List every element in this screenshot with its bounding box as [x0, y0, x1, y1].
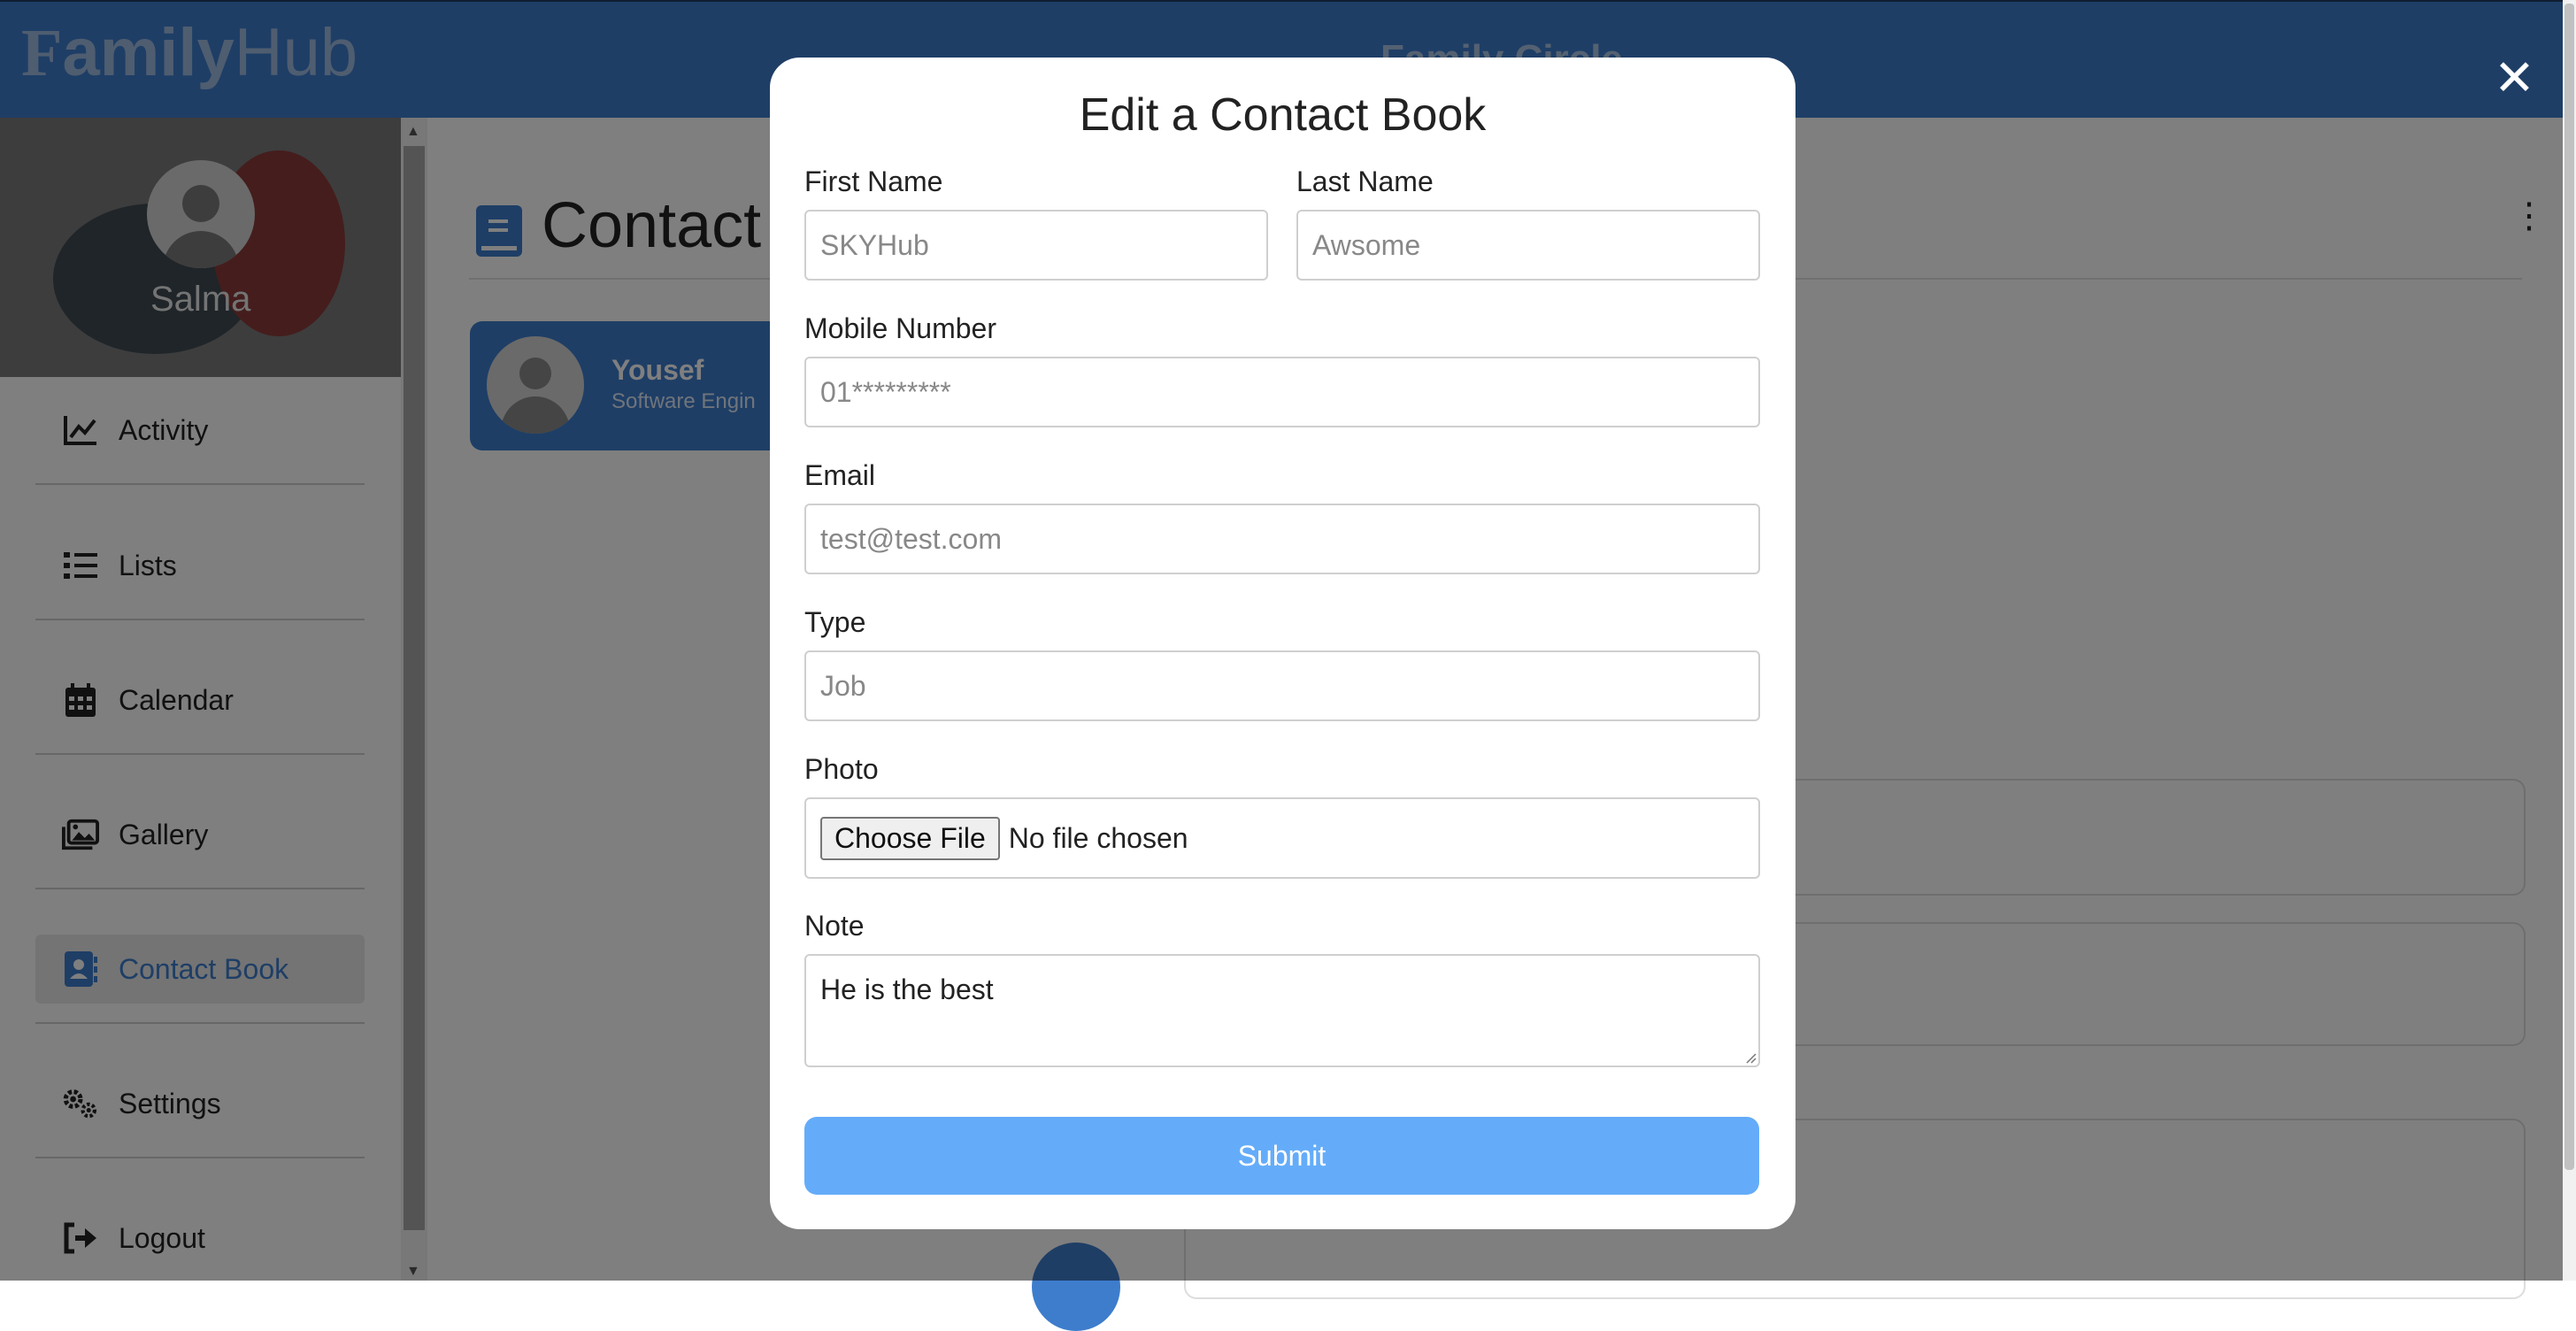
type-label: Type [804, 606, 866, 638]
last-name-label: Last Name [1296, 165, 1434, 197]
note-textarea[interactable]: He is the best [804, 954, 1760, 1067]
submit-button[interactable]: Submit [804, 1117, 1759, 1195]
note-label: Note [804, 910, 865, 942]
mobile-number-label: Mobile Number [804, 312, 996, 344]
type-placeholder: Job [820, 669, 866, 702]
photo-file-input[interactable]: Choose File No file chosen [804, 797, 1760, 879]
email-placeholder: test@test.com [820, 522, 1002, 555]
file-status: No file chosen [1008, 821, 1188, 854]
close-icon[interactable]: ✕ [2494, 53, 2535, 103]
first-name-label: First Name [804, 165, 943, 197]
first-name-placeholder: SKYHub [820, 228, 929, 261]
photo-label: Photo [804, 753, 879, 785]
resize-handle-icon[interactable] [1744, 1051, 1757, 1064]
type-field[interactable]: Job [804, 650, 1760, 721]
choose-file-button[interactable]: Choose File [820, 816, 1000, 860]
last-name-placeholder: Awsome [1312, 228, 1421, 261]
last-name-field[interactable]: Awsome [1296, 210, 1760, 281]
note-value: He is the best [820, 973, 994, 1005]
modal-title: Edit a Contact Book [1079, 89, 1487, 141]
email-label: Email [804, 459, 876, 491]
email-field[interactable]: test@test.com [804, 504, 1760, 574]
page-scrollbar-thumb[interactable] [2564, 4, 2574, 1170]
first-name-field[interactable]: SKYHub [804, 210, 1268, 281]
mobile-number-field[interactable]: 01********* [804, 357, 1760, 427]
mobile-number-placeholder: 01********* [820, 375, 951, 408]
